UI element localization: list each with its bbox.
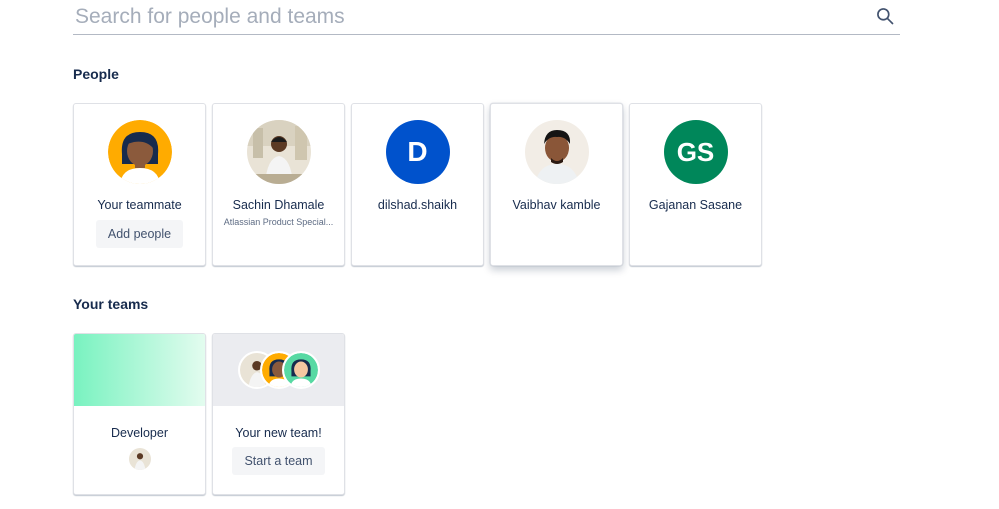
team-banner: [213, 334, 344, 406]
person-name: Gajanan Sasane: [648, 198, 743, 212]
person-photo-icon: [128, 448, 151, 470]
initials-avatar: GS: [663, 120, 728, 184]
teammate-avatar: [107, 120, 172, 184]
person-photo-icon: [524, 120, 589, 184]
person-job-title: Atlassian Product Special...: [223, 217, 334, 227]
search-icon[interactable]: [875, 6, 895, 26]
person-name: Vaibhav kamble: [512, 198, 601, 212]
people-section-title: People: [73, 66, 119, 82]
person-card-gajanan-sasane[interactable]: GS Gajanan Sasane: [629, 103, 762, 266]
teams-section-title: Your teams: [73, 296, 149, 312]
person-photo-icon: [246, 120, 311, 184]
person-card-sachin-dhamale[interactable]: Sachin Dhamale Atlassian Product Special…: [212, 103, 345, 266]
teammate-illustration-icon: [284, 353, 318, 387]
person-name: Your teammate: [97, 198, 182, 212]
team-banner: [74, 334, 205, 406]
stack-avatar-3: [282, 351, 320, 389]
avatar-photo: [524, 120, 589, 184]
start-team-button[interactable]: Start a team: [232, 447, 325, 475]
person-name: Sachin Dhamale: [232, 198, 325, 212]
team-name: Your new team!: [235, 426, 322, 440]
avatar-stack: [238, 351, 323, 391]
team-card-developer[interactable]: Developer: [73, 333, 206, 495]
add-people-button[interactable]: Add people: [95, 220, 184, 248]
avatar-photo: [246, 120, 311, 184]
person-card-dilshad-shaikh[interactable]: D dilshad.shaikh: [351, 103, 484, 266]
team-member-avatar: [128, 448, 151, 470]
team-name: Developer: [111, 426, 168, 440]
person-name: dilshad.shaikh: [377, 198, 458, 212]
person-card-teammate[interactable]: Your teammate Add people: [73, 103, 206, 266]
search-input[interactable]: [73, 0, 900, 34]
people-directory-page: People Your teammate Add people: [0, 0, 999, 509]
person-card-vaibhav-kamble[interactable]: Vaibhav kamble: [490, 103, 623, 266]
team-card-new-team[interactable]: Your new team! Start a team: [212, 333, 345, 495]
teammate-illustration-icon: [107, 120, 172, 184]
initials-avatar: D: [385, 120, 450, 184]
search-bar: [73, 0, 900, 35]
